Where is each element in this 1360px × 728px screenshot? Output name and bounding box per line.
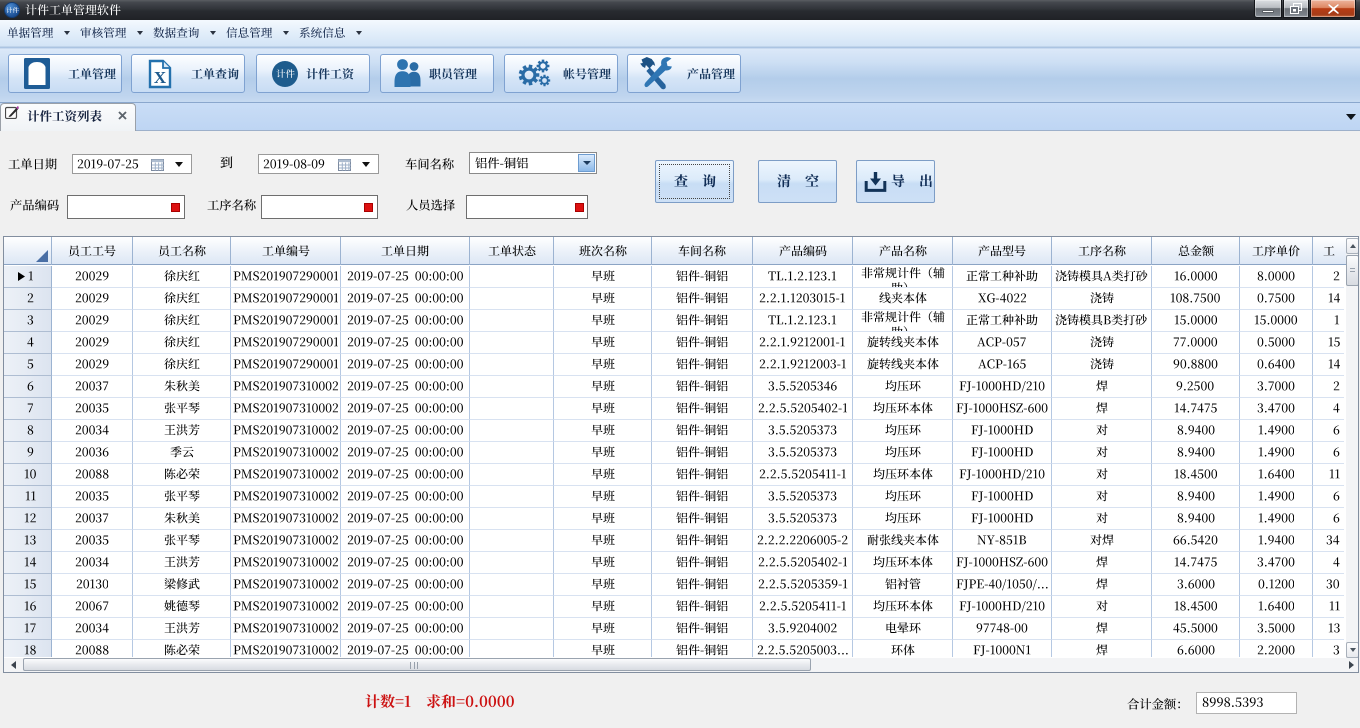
svg-text:X: X <box>154 68 167 87</box>
